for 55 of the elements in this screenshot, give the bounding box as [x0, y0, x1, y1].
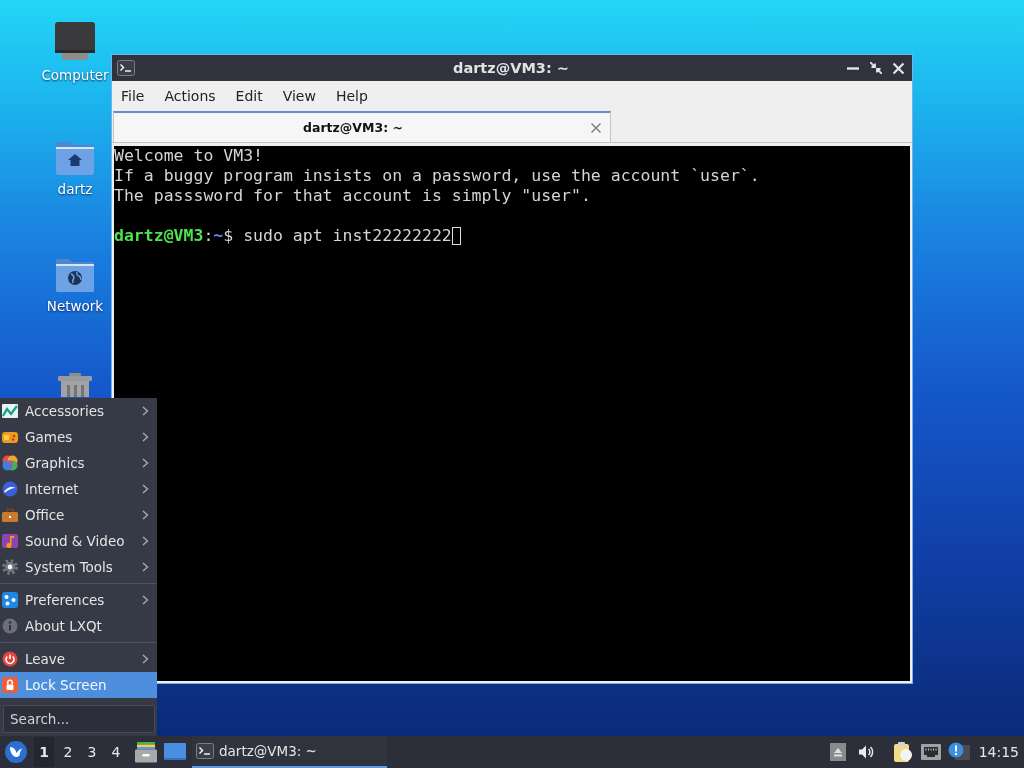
file-cabinet-icon[interactable] — [135, 741, 157, 763]
briefcase-icon — [2, 507, 18, 523]
flower-icon — [2, 455, 18, 471]
lock-icon — [2, 677, 18, 693]
gamepad-icon — [2, 429, 18, 445]
terminal-tab[interactable]: dartz@VM3: ~ — [113, 111, 611, 142]
globe-folder-icon — [55, 256, 95, 293]
music-note-icon — [2, 533, 18, 549]
prompt-line: dartz@VM3:~$ sudo apt inst22222222 — [114, 226, 452, 246]
start-menu-item[interactable]: Internet — [0, 476, 157, 502]
start-menu-item[interactable]: Games — [0, 424, 157, 450]
terminal-line: Welcome to VM3! — [114, 146, 263, 166]
search-field[interactable]: Search... — [3, 705, 155, 733]
menu-bar-item[interactable]: Actions — [155, 83, 225, 108]
start-menu-item[interactable]: Leave — [0, 646, 157, 672]
clock[interactable]: 14:15 — [978, 744, 1019, 760]
task-button[interactable]: dartz@VM3: ~ — [192, 736, 387, 768]
terminal-line: If a buggy program insists on a password, use the account `user`. — [114, 166, 760, 186]
dots-icon — [2, 592, 18, 608]
start-menu-item[interactable]: Sound & Video — [0, 528, 157, 554]
menu-bar-item[interactable]: View — [273, 83, 325, 108]
desktop-shortcut[interactable]: Network — [40, 256, 110, 314]
start-menu-item[interactable]: Graphics — [0, 450, 157, 476]
menu-bar-item[interactable]: Help — [326, 83, 377, 108]
start-menu-item[interactable]: About LXQt — [0, 613, 157, 639]
menu-bar-item[interactable]: Edit — [226, 83, 272, 108]
cursor-icon — [451, 227, 461, 245]
speaker-icon[interactable] — [857, 744, 874, 760]
start-menu-item[interactable]: Accessories — [0, 398, 157, 424]
desktop-switch-button[interactable]: 4 — [106, 737, 126, 767]
power-icon — [2, 651, 18, 667]
planet-icon — [2, 481, 18, 497]
desktop-switch-button[interactable]: 2 — [58, 737, 78, 767]
notification-icon[interactable] — [947, 742, 970, 762]
trash-can-icon — [57, 373, 93, 397]
terminal-icon[interactable] — [117, 60, 135, 76]
maximize-icon[interactable] — [870, 62, 882, 74]
gear-icon — [2, 559, 18, 575]
logo-icon — [5, 741, 27, 763]
monitor-icon — [55, 22, 95, 62]
line-chart-icon — [2, 403, 18, 419]
start-menu-item[interactable]: System Tools — [0, 554, 157, 580]
start-menu-item[interactable]: Office — [0, 502, 157, 528]
window-title: dartz@VM3: ~ — [452, 60, 570, 76]
screen-icon[interactable] — [164, 743, 186, 761]
menu-bar-item[interactable]: File — [112, 83, 154, 108]
eject-icon[interactable] — [829, 743, 846, 761]
terminal-icon — [196, 743, 214, 759]
home-folder-icon — [55, 139, 95, 176]
terminal-line: The passsword for that account is simply "user". — [114, 186, 591, 206]
desktop-switch-button[interactable]: 3 — [82, 737, 102, 767]
start-menu-item[interactable]: Preferences — [0, 587, 157, 613]
network-port-icon[interactable] — [920, 743, 941, 761]
clipboard-icon[interactable] — [893, 741, 912, 763]
desktop-switch-button[interactable]: 1 — [34, 737, 54, 767]
